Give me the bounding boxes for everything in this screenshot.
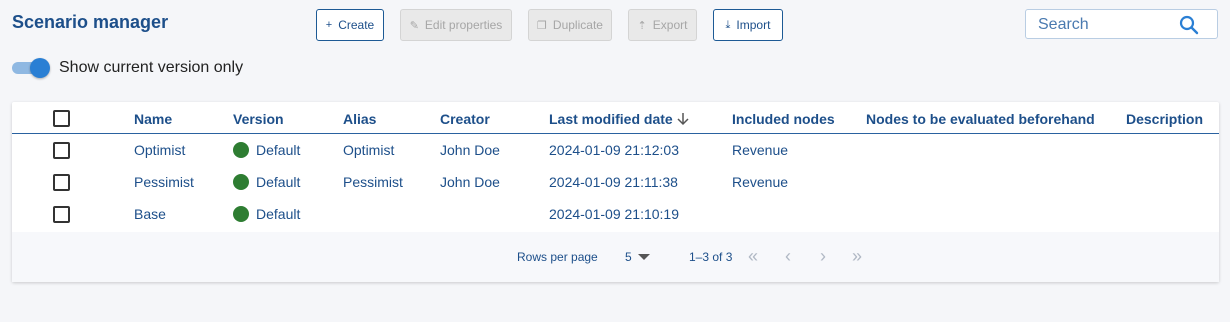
search-box [1025,9,1218,39]
rows-per-page-value: 5 [625,250,632,264]
row-alias: Optimist [343,142,395,158]
table-row[interactable]: Pessimist Default Pessimist John Doe 202… [12,166,1219,198]
row-alias: Pessimist [343,174,403,190]
select-all-checkbox[interactable] [53,110,70,127]
edit-properties-button-label: Edit properties [424,18,503,32]
arrow-down-icon[interactable] [676,112,690,126]
column-alias[interactable]: Alias [343,111,376,127]
column-included-nodes[interactable]: Included nodes [732,111,835,127]
next-page-icon[interactable]: › [820,246,826,266]
row-version: Default [233,142,300,158]
row-version: Default [233,174,300,190]
edit-icon: ✎ [409,19,419,32]
caret-down-icon [638,254,651,260]
upload-icon: ⇡ [637,19,647,32]
row-version-label: Default [256,142,301,158]
table-header: Name Version Alias Creator Last modified… [12,102,1219,134]
table-row[interactable]: Base Default 2024-01-09 21:10:19 [12,198,1219,230]
rows-per-page-label: Rows per page [517,250,598,264]
column-last-modified[interactable]: Last modified date [549,111,673,127]
status-dot-icon [233,174,249,190]
table-row[interactable]: Optimist Default Optimist John Doe 2024-… [12,134,1219,166]
row-modified: 2024-01-09 21:12:03 [549,142,679,158]
row-nodes: Revenue [732,174,789,190]
export-button[interactable]: ⇡ Export [628,9,697,41]
page-title: Scenario manager [12,12,169,32]
row-modified: 2024-01-09 21:10:19 [549,206,679,222]
copy-icon: ❐ [537,19,547,32]
row-checkbox[interactable] [53,174,70,191]
column-description[interactable]: Description [1126,111,1203,127]
import-button-label: Import [736,18,771,32]
search-input[interactable] [1038,15,1178,35]
edit-properties-button[interactable]: ✎ Edit properties [400,9,512,41]
table-pagination: Rows per page 5 1–3 of 3 « ‹ › » [12,232,1219,282]
create-button[interactable]: + Create [316,9,384,41]
row-nodes: Revenue [732,142,789,158]
row-creator: John Doe [440,142,500,158]
row-version-label: Default [256,206,301,222]
download-icon: ⤓ [725,18,731,31]
column-version[interactable]: Version [233,111,284,127]
column-nodes-evaluated[interactable]: Nodes to be evaluated beforehand [866,111,1095,127]
status-dot-icon [233,206,249,222]
export-button-label: Export [652,18,688,32]
previous-page-icon[interactable]: ‹ [785,246,791,266]
row-name: Optimist [134,142,186,158]
current-version-toggle[interactable] [12,58,50,78]
last-page-icon[interactable]: » [852,246,862,266]
import-button[interactable]: ⤓ Import [713,9,783,41]
plus-icon: + [325,19,333,31]
rows-per-page-select[interactable]: 5 [625,250,651,264]
toggle-knob [30,58,50,78]
first-page-icon[interactable]: « [748,246,758,266]
duplicate-button[interactable]: ❐ Duplicate [528,9,612,41]
pagination-range: 1–3 of 3 [689,250,733,264]
status-dot-icon [233,142,249,158]
current-version-toggle-label: Show current version only [59,59,244,76]
column-name[interactable]: Name [134,111,172,127]
column-creator[interactable]: Creator [440,111,490,127]
search-icon[interactable] [1179,15,1199,35]
row-checkbox[interactable] [53,206,70,223]
row-version-label: Default [256,174,301,190]
row-name: Pessimist [134,174,194,190]
scenario-table: Name Version Alias Creator Last modified… [12,102,1219,282]
row-creator: John Doe [440,174,500,190]
row-version: Default [233,206,300,222]
row-name: Base [134,206,166,222]
row-checkbox[interactable] [53,142,70,159]
duplicate-button-label: Duplicate [552,18,603,32]
row-modified: 2024-01-09 21:11:38 [549,174,678,190]
create-button-label: Create [338,18,375,32]
